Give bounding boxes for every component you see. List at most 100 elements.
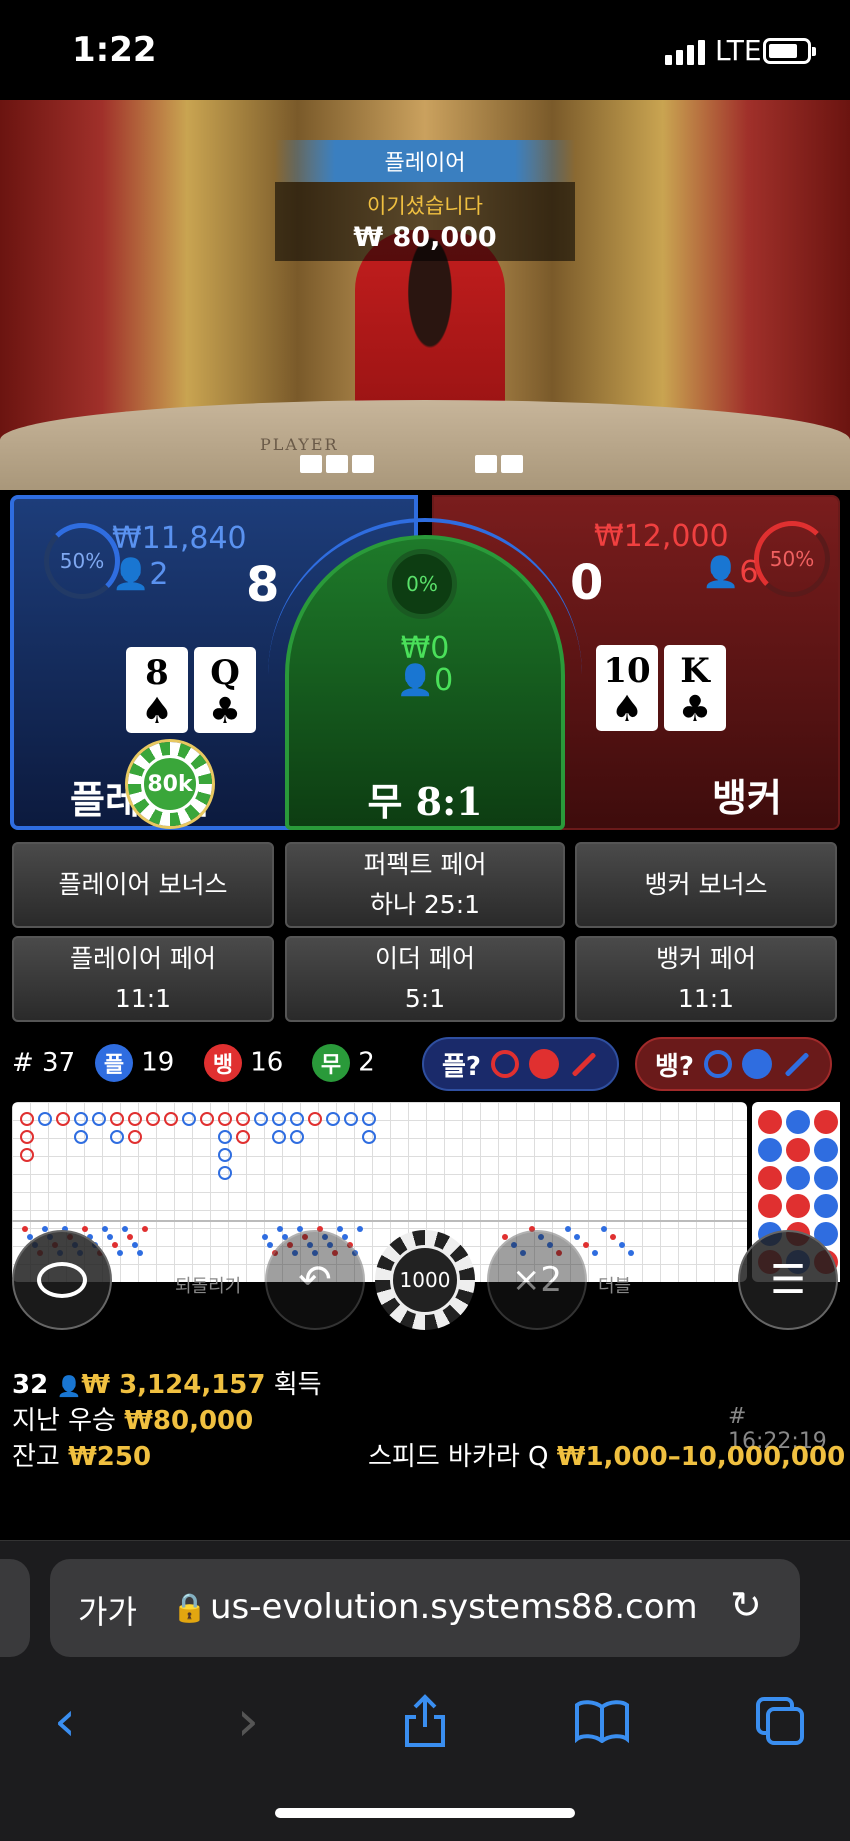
- banker-bonus-button[interactable]: 뱅커 보너스: [575, 842, 837, 928]
- user-icon: 👤: [112, 557, 150, 592]
- small-road-mark: [262, 1234, 268, 1240]
- lobby-button[interactable]: [12, 1230, 112, 1330]
- big-road-mark: [110, 1130, 124, 1144]
- tie-bettor-count: 👤0: [396, 663, 454, 698]
- lock-icon: 🔒: [172, 1591, 207, 1624]
- small-road-mark: [601, 1226, 607, 1232]
- banker-stat-dot: 뱅: [204, 1044, 242, 1082]
- address-bar[interactable]: 가가 🔒 us-evolution.systems88.com ↻: [50, 1559, 800, 1657]
- banker-bet-amount: ₩12,000: [594, 519, 729, 554]
- tie-stat: 무 2: [312, 1044, 375, 1082]
- banker-win-stat: 뱅 16: [204, 1044, 283, 1082]
- double-button[interactable]: ×2: [487, 1230, 587, 1330]
- small-road-mark: [610, 1234, 616, 1240]
- felt-card: [300, 455, 322, 473]
- small-road-mark: [107, 1234, 113, 1240]
- big-road-mark: [38, 1112, 52, 1126]
- cockroach-slash-icon: [784, 1051, 810, 1077]
- side-bet-odds: 하나 25:1: [369, 890, 481, 919]
- side-bet-odds: 11:1: [677, 984, 735, 1013]
- signal-icon: [665, 40, 705, 65]
- felt-card: [352, 455, 374, 473]
- text-size-button[interactable]: 가가: [78, 1587, 137, 1633]
- balance-line: 잔고 ₩250: [12, 1436, 151, 1473]
- small-road-mark: [132, 1242, 138, 1248]
- back-icon[interactable]: ‹: [25, 1681, 105, 1761]
- bead-road-mark: [814, 1138, 838, 1162]
- small-road-mark: [628, 1250, 634, 1256]
- bead-road-mark: [786, 1194, 810, 1218]
- previous-tab[interactable]: [0, 1559, 30, 1657]
- side-bet-odds: 5:1: [404, 984, 446, 1013]
- side-bet-label: 플레이어 보너스: [58, 870, 228, 899]
- big-road-mark: [308, 1112, 322, 1126]
- banker-score: 0: [570, 555, 604, 611]
- menu-button[interactable]: ☰: [738, 1230, 838, 1330]
- bookmarks-icon[interactable]: [562, 1681, 642, 1761]
- user-icon: 👤: [702, 555, 740, 590]
- big-road-mark: [218, 1166, 232, 1180]
- predict-label: 뱅?: [655, 1051, 695, 1082]
- banker-pair-button[interactable]: 뱅커 페어 11:1: [575, 936, 837, 1022]
- big-road-mark: [218, 1148, 232, 1162]
- undo-caption: 되돌리기: [175, 1276, 242, 1297]
- big-road-mark: [362, 1130, 376, 1144]
- last-win-label: 지난 우승: [12, 1406, 116, 1436]
- player-bet-amount: ₩11,840: [112, 521, 247, 556]
- big-road-mark: [74, 1112, 88, 1126]
- total-won: ₩ 3,124,157: [81, 1370, 266, 1400]
- double-caption: 더블: [598, 1276, 632, 1297]
- last-win-amount: ₩80,000: [124, 1406, 254, 1436]
- small-road-mark: [117, 1250, 123, 1256]
- big-road-mark: [236, 1112, 250, 1126]
- tabs-icon[interactable]: [740, 1681, 820, 1761]
- big-road-ring-icon: [704, 1050, 733, 1078]
- banker-bettor-count: 👤6: [702, 555, 759, 590]
- small-road-mark: [565, 1226, 571, 1232]
- undo-button[interactable]: ↶: [265, 1230, 365, 1330]
- big-road-mark: [272, 1130, 286, 1144]
- either-pair-button[interactable]: 이더 페어 5:1: [285, 936, 565, 1022]
- player-pair-button[interactable]: 플레이어 페어 11:1: [12, 936, 274, 1022]
- bead-road-mark: [786, 1110, 810, 1134]
- banker-card-2: K ♣: [664, 645, 726, 731]
- player-bonus-button[interactable]: 플레이어 보너스: [12, 842, 274, 928]
- banker-predict-button[interactable]: 뱅?: [635, 1037, 833, 1091]
- share-icon[interactable]: [385, 1681, 465, 1761]
- tie-percent-ring: 0%: [387, 549, 457, 619]
- table-limits: ₩1,000–10,000,000: [556, 1442, 846, 1472]
- big-road-mark: [254, 1112, 268, 1126]
- clock: 1:22: [72, 30, 157, 70]
- big-road-mark: [20, 1148, 34, 1162]
- scoreboard-roadmap[interactable]: [12, 1102, 747, 1282]
- small-road-mark: [592, 1250, 598, 1256]
- tie-bet-zone[interactable]: 0% ₩0 👤0 무 8:1: [285, 535, 565, 830]
- banker-label: 뱅커: [712, 776, 782, 820]
- side-bet-label: 뱅커 페어: [656, 944, 756, 973]
- big-road-mark: [20, 1112, 34, 1126]
- chip-selector[interactable]: 1000: [375, 1230, 475, 1330]
- player-card-1: 8 ♠: [126, 647, 188, 733]
- balance-label: 잔고: [12, 1442, 60, 1472]
- last-win-line: 지난 우승 ₩80,000: [12, 1400, 253, 1437]
- small-road-dot-icon: [742, 1049, 773, 1079]
- bead-road-mark: [786, 1166, 810, 1190]
- cockroach-slash-icon: [571, 1051, 597, 1077]
- player-predict-button[interactable]: 플?: [422, 1037, 620, 1091]
- forward-icon[interactable]: ›: [208, 1681, 288, 1761]
- hamburger-icon: ☰: [770, 1257, 806, 1303]
- bead-road-mark: [814, 1110, 838, 1134]
- winners-line: 32 👤₩ 3,124,157 획득: [12, 1364, 322, 1401]
- small-road-mark: [357, 1226, 363, 1232]
- tie-bet-amount: ₩0: [400, 631, 450, 666]
- reload-icon[interactable]: ↻: [730, 1583, 762, 1627]
- round-count: # 37: [12, 1048, 76, 1078]
- chat-bubble-icon: [37, 1262, 87, 1298]
- bead-road-mark: [758, 1166, 782, 1190]
- placed-chip[interactable]: 80k: [128, 742, 212, 826]
- big-road-mark: [92, 1112, 106, 1126]
- perfect-pair-button[interactable]: 퍼펙트 페어 하나 25:1: [285, 842, 565, 928]
- player-card-2: Q ♣: [194, 647, 256, 733]
- banker-card-1: 10 ♠: [596, 645, 658, 731]
- bead-road-mark: [758, 1194, 782, 1218]
